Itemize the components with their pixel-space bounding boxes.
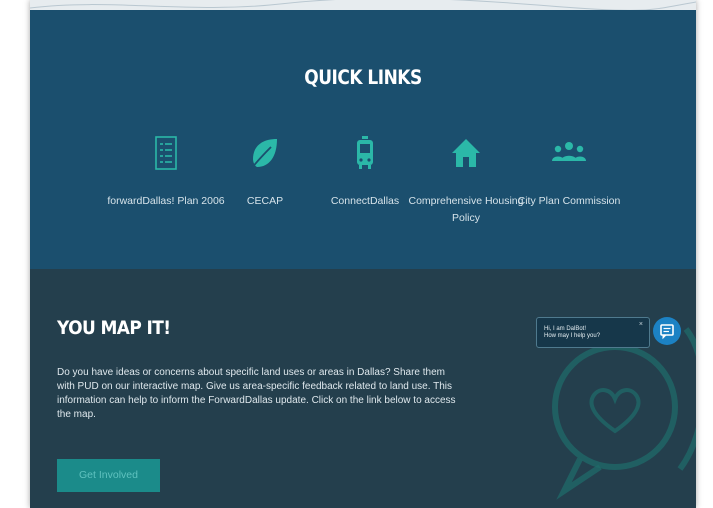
leaf-icon (250, 139, 277, 170)
chatbot-greeting-bubble[interactable]: Hi, I am DalBot! How may I help you? × (536, 317, 650, 348)
quick-links-title: QUICK LINKS (304, 66, 422, 90)
you-map-it-section: YOU MAP IT! Do you have ideas or concern… (30, 269, 696, 508)
quick-link-city-plan-commission[interactable]: City Plan Commission (509, 135, 629, 210)
quick-link-comprehensive-housing-policy[interactable]: Comprehensive Housing Policy (406, 135, 526, 227)
chat-icon (660, 324, 674, 340)
decorative-wave (30, 0, 696, 10)
chatbot-launcher-button[interactable] (653, 317, 681, 345)
section-description: Do you have ideas or concerns about spec… (57, 367, 456, 420)
bus-icon (357, 136, 373, 169)
page-frame: QUICK LINKS forwardDallas! Plan 2006 CEC… (30, 0, 696, 508)
chatbot-greeting-line2: How may I help you? (544, 333, 601, 339)
get-involved-button[interactable]: Get Involved (57, 459, 160, 492)
chatbot-greeting-line1: Hi, I am DalBot! (544, 326, 587, 332)
header-banner-strip (30, 0, 696, 10)
house-icon (452, 139, 480, 167)
quick-link-label: City Plan Commission (517, 195, 621, 207)
quick-links-section: QUICK LINKS forwardDallas! Plan 2006 CEC… (30, 10, 696, 269)
section-title: YOU MAP IT! (57, 317, 171, 340)
document-list-icon (155, 136, 177, 170)
close-icon[interactable]: × (639, 321, 643, 328)
group-icon (552, 142, 586, 161)
quick-link-label: Comprehensive Housing Policy (408, 195, 524, 224)
